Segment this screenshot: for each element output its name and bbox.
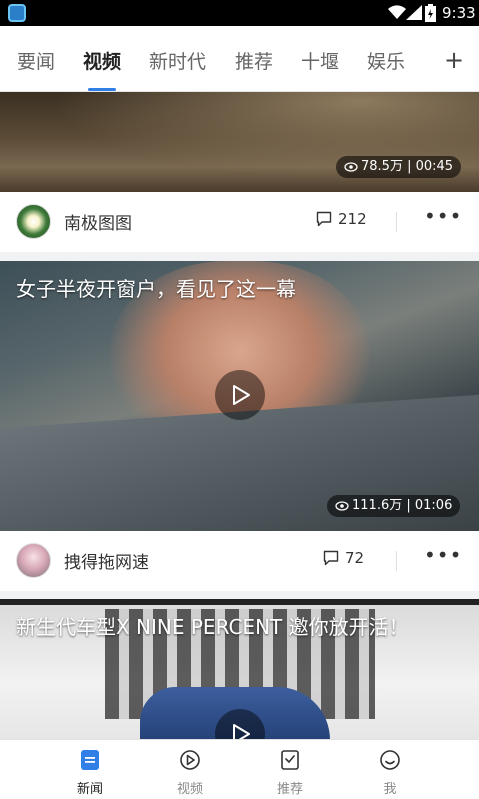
comment-count: 212 xyxy=(338,210,367,228)
video-title: 女子半夜开窗户，看见了这一幕 xyxy=(16,277,296,301)
status-bar: 9:33 xyxy=(0,0,479,26)
profile-icon xyxy=(380,750,400,770)
wifi-icon xyxy=(388,5,406,20)
nav-video-label: 视频 xyxy=(176,782,203,797)
comment-count: 72 xyxy=(345,549,365,567)
nav-video[interactable]: 视频 xyxy=(150,740,230,799)
app-notification-icon xyxy=(8,4,26,22)
author-avatar[interactable] xyxy=(16,543,51,578)
play-icon xyxy=(233,385,250,405)
news-icon xyxy=(81,750,99,770)
view-count: 78.5万 xyxy=(361,159,403,174)
video-meta-badge: 111.6万 | 01:06 xyxy=(327,495,461,517)
channel-tabs: 要闻 视频 新时代 推荐 十堰 娱乐 + xyxy=(0,26,479,92)
video-thumbnail[interactable]: 新生代车型X NINE PERCENT 邀你放开活！ xyxy=(0,599,479,739)
tab-xinshidai[interactable]: 新时代 xyxy=(149,50,206,74)
play-icon xyxy=(233,724,250,739)
comment-button[interactable]: 212 xyxy=(316,210,367,228)
author-avatar[interactable] xyxy=(16,204,51,239)
author-name[interactable]: 拽得拖网速 xyxy=(64,548,149,573)
video-thumbnail[interactable]: 78.5万 | 00:45 xyxy=(0,92,479,192)
views-eye-icon xyxy=(344,162,358,172)
comment-button[interactable]: 72 xyxy=(323,549,364,567)
author-row: 南极图图 212 ••• xyxy=(0,192,479,252)
battery-icon xyxy=(425,4,436,22)
tab-video[interactable]: 视频 xyxy=(83,50,121,74)
views-eye-icon xyxy=(335,501,349,511)
tab-recommend[interactable]: 推荐 xyxy=(235,50,273,74)
view-count: 111.6万 xyxy=(352,498,403,513)
nav-recommend[interactable]: 推荐 xyxy=(250,740,330,799)
nav-profile[interactable]: 我 xyxy=(350,740,430,799)
signal-icon xyxy=(406,5,422,20)
nav-news-label: 新闻 xyxy=(76,782,103,797)
author-row: 拽得拖网速 72 ••• xyxy=(0,531,479,591)
tab-yaowen[interactable]: 要闻 xyxy=(17,50,55,74)
video-meta-badge: 78.5万 | 00:45 xyxy=(336,156,462,178)
video-icon xyxy=(180,750,200,770)
active-tab-indicator xyxy=(88,88,116,91)
comment-icon xyxy=(323,550,339,566)
tab-entertainment[interactable]: 娱乐 xyxy=(367,50,405,74)
nav-profile-label: 我 xyxy=(383,782,397,797)
bottom-navigation: 新闻 视频 推荐 我 xyxy=(0,739,479,799)
status-time: 9:33 xyxy=(442,4,476,22)
add-channel-button[interactable]: + xyxy=(444,48,464,72)
nav-news[interactable]: 新闻 xyxy=(50,740,130,799)
tab-shiyan[interactable]: 十堰 xyxy=(301,50,339,74)
more-options-button[interactable]: ••• xyxy=(424,545,462,565)
more-options-button[interactable]: ••• xyxy=(424,206,462,226)
card-separator xyxy=(0,252,479,261)
video-title: 新生代车型X NINE PERCENT 邀你放开活！ xyxy=(16,615,409,639)
comment-icon xyxy=(316,211,332,227)
video-thumbnail[interactable]: 女子半夜开窗户，看见了这一幕 111.6万 | 01:06 xyxy=(0,261,479,531)
nav-recommend-label: 推荐 xyxy=(276,782,303,797)
video-duration: 00:45 xyxy=(415,159,454,174)
play-button[interactable] xyxy=(215,370,265,420)
video-duration: 01:06 xyxy=(414,498,453,513)
recommend-icon xyxy=(281,750,299,770)
author-name[interactable]: 南极图图 xyxy=(64,209,132,234)
